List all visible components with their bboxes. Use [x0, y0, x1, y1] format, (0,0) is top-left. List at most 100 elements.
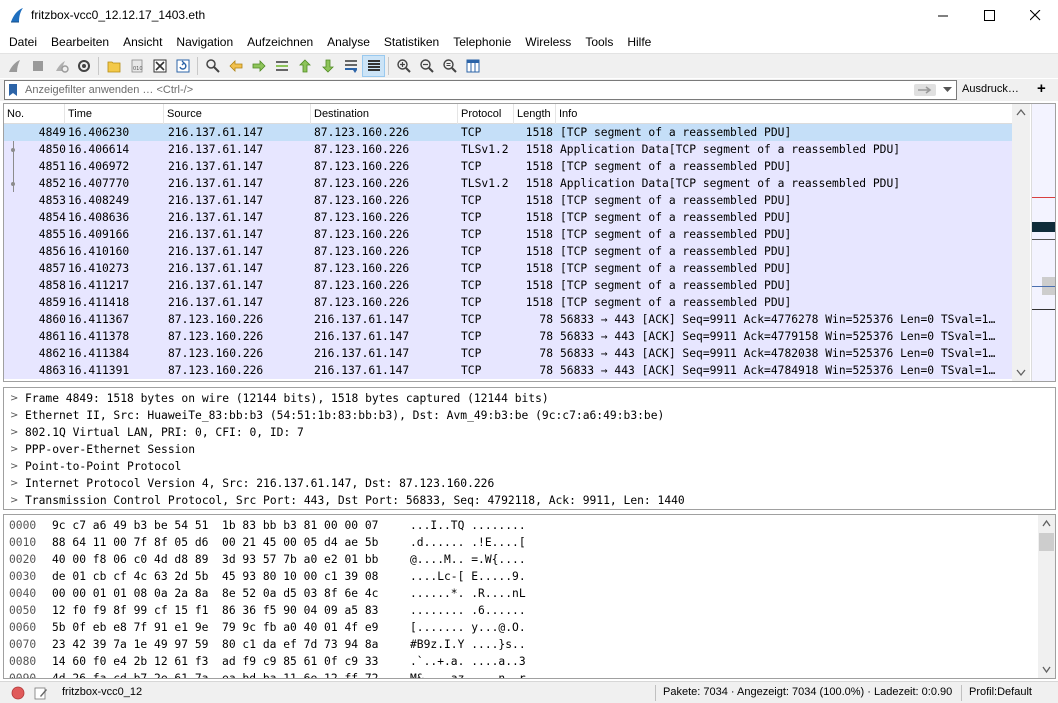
chevron-right-icon[interactable]: > [10, 475, 18, 492]
packet-row[interactable]: 4859 16.411418 216.137.61.147 87.123.160.22… [4, 294, 1012, 311]
edit-comment-icon[interactable] [34, 686, 48, 700]
menu-hilfe[interactable]: Hilfe [620, 31, 658, 53]
packet-row[interactable]: 4849 16.406230 216.137.61.147 87.123.160.22… [4, 124, 1012, 141]
packet-destination: 87.123.160.226 [314, 228, 410, 241]
find-packet-button[interactable] [201, 55, 224, 77]
packet-list: No. Time Source Destination Protocol Len… [3, 103, 1056, 382]
apply-filter-arrow-icon[interactable] [914, 84, 936, 96]
hex-row[interactable]: 0010 88 64 11 00 7f 8f 05 d6 00 21 45 00 … [4, 534, 1055, 551]
packet-list-scrollbar[interactable] [1012, 104, 1030, 381]
column-protocol[interactable]: Protocol [458, 104, 514, 124]
hex-row[interactable]: 0000 9c c7 a6 49 b3 be 54 51 1b 83 bb b3 … [4, 517, 1055, 534]
menu-bearbeiten[interactable]: Bearbeiten [44, 31, 116, 53]
menu-ansicht[interactable]: Ansicht [116, 31, 169, 53]
zoom-in-button[interactable] [392, 55, 415, 77]
go-to-packet-button[interactable] [270, 55, 293, 77]
bytes-scrollbar[interactable] [1038, 515, 1055, 678]
column-info[interactable]: Info [556, 104, 1012, 124]
column-time[interactable]: Time [65, 104, 164, 124]
go-forward-button[interactable] [247, 55, 270, 77]
open-file-button[interactable] [102, 55, 125, 77]
packet-row[interactable]: 4860 16.411367 87.123.160.226 216.137.61.14… [4, 311, 1012, 328]
scroll-down-icon[interactable] [1038, 661, 1055, 678]
zoom-reset-button[interactable] [438, 55, 461, 77]
detail-row-ipv4[interactable]: > Internet Protocol Version 4, Src: 216.1… [4, 475, 1055, 492]
hex-row[interactable]: 0040 00 00 01 01 08 0a 2a 8a 8e 52 0a d5 … [4, 585, 1055, 602]
packet-row[interactable]: 4863 16.411391 87.123.160.226 216.137.61.14… [4, 362, 1012, 379]
zoom-out-button[interactable] [415, 55, 438, 77]
last-packet-button[interactable] [316, 55, 339, 77]
chevron-right-icon[interactable]: > [10, 441, 18, 458]
display-filter-input[interactable]: Anzeigefilter anwenden … <Ctrl-/> [4, 80, 957, 100]
resize-columns-button[interactable] [461, 55, 484, 77]
column-destination[interactable]: Destination [311, 104, 458, 124]
minimize-button[interactable] [920, 0, 966, 31]
scroll-up-icon[interactable] [1012, 104, 1030, 121]
capture-status-icon[interactable] [11, 686, 25, 700]
scroll-up-icon[interactable] [1038, 515, 1055, 532]
menu-wireless[interactable]: Wireless [518, 31, 578, 53]
chevron-right-icon[interactable]: > [10, 390, 18, 407]
chevron-right-icon[interactable]: > [10, 424, 18, 441]
scroll-down-icon[interactable] [1012, 364, 1030, 381]
menu-tools[interactable]: Tools [578, 31, 620, 53]
hex-row[interactable]: 0050 12 f0 f9 8f 99 cf 15 f1 86 36 f5 90 … [4, 602, 1055, 619]
packet-minimap[interactable] [1031, 104, 1055, 381]
start-capture-button[interactable] [3, 55, 26, 77]
packet-row[interactable]: 4861 16.411378 87.123.160.226 216.137.61.14… [4, 328, 1012, 345]
scroll-thumb[interactable] [1039, 533, 1054, 551]
column-length[interactable]: Length [514, 104, 556, 124]
chevron-right-icon[interactable]: > [10, 458, 18, 475]
packet-row[interactable]: 4856 16.410160 216.137.61.147 87.123.160.22… [4, 243, 1012, 260]
chevron-right-icon[interactable]: > [10, 492, 18, 509]
packet-row[interactable]: 4851 16.406972 216.137.61.147 87.123.160.22… [4, 158, 1012, 175]
capture-options-button[interactable] [72, 55, 95, 77]
detail-row-ppp[interactable]: > Point-to-Point Protocol [4, 458, 1055, 475]
detail-row-frame[interactable]: > Frame 4849: 1518 bytes on wire (12144 b… [4, 390, 1055, 407]
menu-analyse[interactable]: Analyse [320, 31, 377, 53]
detail-row-vlan[interactable]: >802.1Q Virtual LAN, PRI: 0, CFI: 0, ID:… [4, 424, 1055, 441]
expression-button[interactable]: Ausdruck… [962, 83, 1019, 95]
hex-row[interactable]: 0070 23 42 39 7a 1e 49 97 59 80 c1 da ef … [4, 636, 1055, 653]
hex-row[interactable]: 0020 40 00 f8 06 c0 4d d8 89 3d 93 57 7b … [4, 551, 1055, 568]
status-profile[interactable]: Profil:Default [969, 686, 1032, 698]
menu-navigation[interactable]: Navigation [169, 31, 240, 53]
column-no[interactable]: No. [4, 104, 65, 124]
packet-row[interactable]: 4857 16.410273 216.137.61.147 87.123.160.22… [4, 260, 1012, 277]
chevron-right-icon[interactable]: > [10, 407, 18, 424]
bookmark-icon[interactable] [7, 83, 19, 97]
packet-row[interactable]: 4850 16.406614 216.137.61.147 87.123.160.22… [4, 141, 1012, 158]
colorize-button[interactable] [362, 55, 385, 77]
packet-row[interactable]: 4858 16.411217 216.137.61.147 87.123.160.22… [4, 277, 1012, 294]
close-file-button[interactable] [148, 55, 171, 77]
hex-row[interactable]: 0090 4d 26 fa cd b7 2e 61 7a ea bd ba 11 … [4, 670, 1055, 678]
go-back-button[interactable] [224, 55, 247, 77]
menu-aufzeichnen[interactable]: Aufzeichnen [240, 31, 320, 53]
hex-row[interactable]: 0030 de 01 cb cf 4c 63 2d 5b 45 93 80 10 … [4, 568, 1055, 585]
save-file-button[interactable]: 010 [125, 55, 148, 77]
menu-telephonie[interactable]: Telephonie [446, 31, 518, 53]
close-button[interactable] [1012, 0, 1058, 31]
packet-length: 78 [539, 364, 553, 377]
chevron-down-icon[interactable] [943, 87, 952, 93]
add-filter-button[interactable]: + [1037, 80, 1046, 97]
packet-row[interactable]: 4855 16.409166 216.137.61.147 87.123.160.22… [4, 226, 1012, 243]
autoscroll-button[interactable] [339, 55, 362, 77]
hex-row[interactable]: 0060 5b 0f eb e8 7f 91 e1 9e 79 9c fb a0 … [4, 619, 1055, 636]
detail-row-tcp[interactable]: > Transmission Control Protocol, Src Port… [4, 492, 1055, 509]
detail-row-ethernet[interactable]: > Ethernet II, Src: HuaweiTe_83:bb:b3 (54… [4, 407, 1055, 424]
detail-row-pppoe[interactable]: > PPP-over-Ethernet Session [4, 441, 1055, 458]
first-packet-button[interactable] [293, 55, 316, 77]
maximize-button[interactable] [966, 0, 1012, 31]
column-source[interactable]: Source [164, 104, 311, 124]
packet-row[interactable]: 4852 16.407770 216.137.61.147 87.123.160.22… [4, 175, 1012, 192]
packet-row[interactable]: 4862 16.411384 87.123.160.226 216.137.61.14… [4, 345, 1012, 362]
packet-row[interactable]: 4854 16.408636 216.137.61.147 87.123.160.22… [4, 209, 1012, 226]
restart-capture-button[interactable] [49, 55, 72, 77]
menu-datei[interactable]: Datei [2, 31, 44, 53]
reload-file-button[interactable] [171, 55, 194, 77]
packet-row[interactable]: 4853 16.408249 216.137.61.147 87.123.160.22… [4, 192, 1012, 209]
hex-row[interactable]: 0080 14 60 f0 e4 2b 12 61 f3 ad f9 c9 85 … [4, 653, 1055, 670]
menu-statistiken[interactable]: Statistiken [377, 31, 446, 53]
stop-capture-button[interactable] [26, 55, 49, 77]
